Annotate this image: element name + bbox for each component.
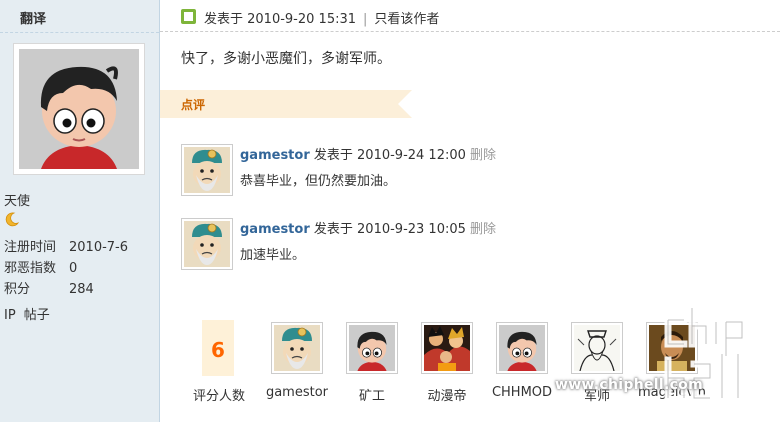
comment-text: 恭喜毕业，但仍然要加油。 (240, 174, 397, 189)
author-links: IP 帖子 (4, 304, 50, 323)
elder-avatar-icon (184, 221, 230, 267)
stat-value: 2010-7-6 (69, 240, 129, 255)
rating-count-label: 评分人数 (193, 389, 246, 404)
rater-name[interactable]: gamestor (266, 385, 328, 400)
stat-label: 邪恶指数 (4, 261, 57, 276)
elder-avatar-icon (184, 147, 230, 193)
commenter-name[interactable]: gamestor (240, 148, 310, 163)
cartoon-boy-avatar-icon (19, 49, 139, 169)
commenter-avatar[interactable] (181, 144, 233, 196)
comment-text: 加速毕业。 (240, 248, 306, 263)
delete-link[interactable]: 删除 (470, 222, 496, 237)
comment-header: gamestor 发表于 2010-9-24 12:00 删除 (240, 144, 496, 163)
cartoon-boy-avatar-icon (499, 325, 545, 371)
only-author-link[interactable]: 只看该作者 (374, 12, 439, 27)
watermark-site-url: www.chiphell.com (555, 377, 703, 393)
post-body: 快了，多谢小恶魔们，多谢军师。 (181, 51, 391, 67)
commenter-name[interactable]: gamestor (240, 222, 310, 237)
rater[interactable]: gamestor (266, 322, 328, 400)
meta-separator: | (363, 12, 368, 27)
delete-link[interactable]: 删除 (470, 148, 496, 163)
stat-evil-index: 邪恶指数 0 (4, 257, 77, 276)
online-status-icon (181, 9, 196, 24)
rater-name[interactable]: CHHMOD (492, 385, 552, 400)
review-label: 点评 (181, 98, 206, 112)
moon-rank-icon (4, 211, 20, 227)
rater[interactable]: 军师 (569, 322, 625, 404)
rater-avatar[interactable] (496, 322, 548, 374)
comment-header: gamestor 发表于 2010-9-23 10:05 删除 (240, 218, 496, 237)
posts-link[interactable]: 帖子 (24, 308, 50, 323)
rater-name[interactable]: 动漫帝 (427, 385, 466, 404)
rater-name[interactable]: 矿工 (359, 385, 385, 404)
stat-label: 注册时间 (4, 240, 57, 255)
sketch-portrait-avatar-icon (574, 325, 620, 371)
comment-time: 发表于 2010-9-23 10:05 (313, 222, 466, 237)
rater-avatar[interactable] (271, 322, 323, 374)
post-time: 发表于 2010-9-20 15:31 (204, 12, 357, 27)
author-avatar[interactable] (13, 43, 145, 175)
rating-count-box: 6 (202, 320, 234, 376)
stat-points: 积分 284 (4, 278, 94, 297)
user-title: 天使 (4, 194, 31, 209)
cartoon-boy-avatar-icon (349, 325, 395, 371)
divider (0, 32, 159, 33)
commenter-avatar[interactable] (181, 218, 233, 270)
author-name[interactable]: 翻译 (20, 8, 46, 27)
comment-time: 发表于 2010-9-24 12:00 (313, 148, 466, 163)
post-meta: 发表于 2010-9-20 15:31 | 只看该作者 (204, 8, 439, 27)
post-header: 发表于 2010-9-20 15:31 | 只看该作者 (160, 0, 780, 32)
rater-avatar[interactable] (346, 322, 398, 374)
stat-label: 积分 (4, 282, 31, 297)
rater[interactable]: 动漫帝 (419, 322, 475, 404)
chiphell-watermark-logo (664, 304, 746, 402)
rater-avatar[interactable] (571, 322, 623, 374)
rating-count: 6 (211, 338, 225, 362)
stat-register-date: 注册时间 2010-7-6 (4, 236, 128, 255)
rater-avatar[interactable] (421, 322, 473, 374)
rater[interactable]: CHHMOD (492, 322, 552, 400)
stat-value: 284 (69, 282, 94, 297)
ip-link[interactable]: IP (4, 308, 16, 323)
rater[interactable]: 矿工 (344, 322, 400, 404)
anime-group-avatar-icon (424, 325, 470, 371)
author-sidebar: 翻译 天使 注册时间 2010-7-6 邪恶指数 0 积分 284 IP 帖子 (0, 0, 160, 422)
elder-avatar-icon (274, 325, 320, 371)
stat-value: 0 (69, 261, 78, 276)
